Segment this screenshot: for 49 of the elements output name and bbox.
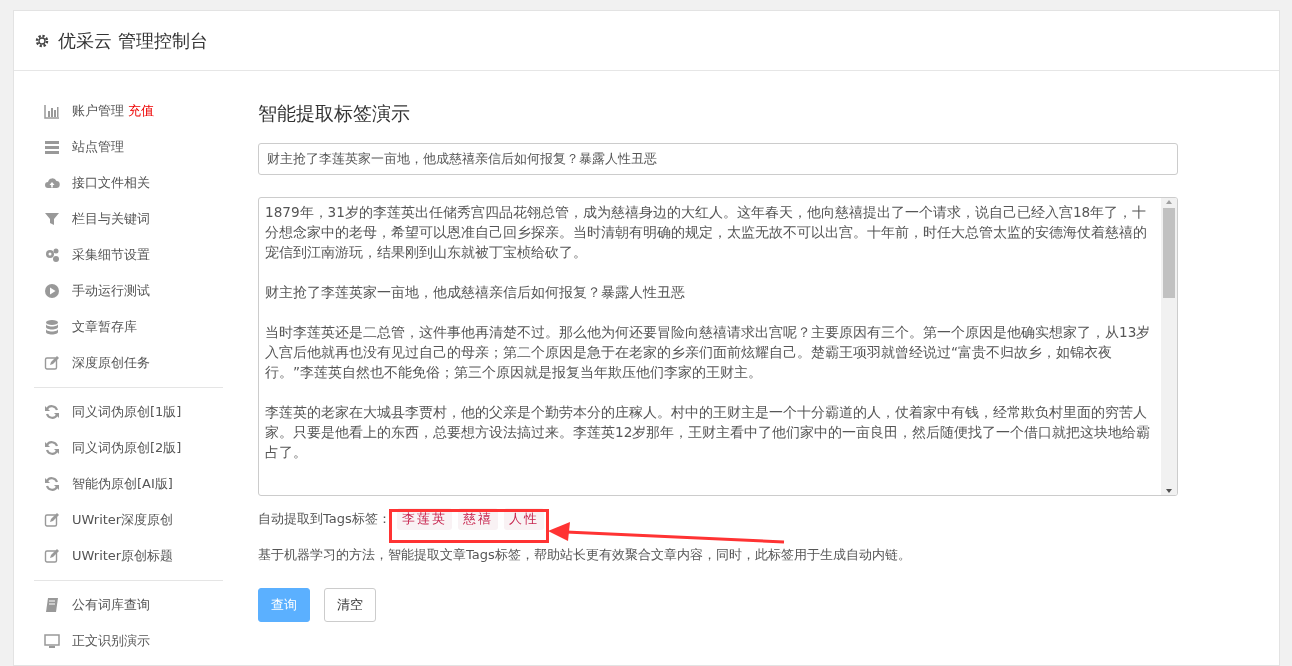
page-title: 优采云 管理控制台 (58, 28, 208, 53)
book-icon (44, 597, 60, 613)
server-icon (44, 139, 60, 155)
sidebar-item[interactable]: 手动运行测试 (72, 282, 150, 300)
clear-button[interactable]: 清空 (324, 588, 376, 622)
title-input-field[interactable]: 财主抢了李莲英家一亩地，他成慈禧亲信后如何报复？暴露人性丑恶 (258, 143, 1178, 175)
sidebar-item[interactable]: 账户管理 (72, 102, 124, 120)
tag: 慈禧 (457, 508, 498, 530)
recharge-link[interactable]: 充值 (128, 102, 154, 120)
edit-icon (44, 355, 60, 371)
sidebar-item[interactable]: 深度原创任务 (72, 354, 150, 372)
sidebar-item[interactable]: 采集细节设置 (72, 246, 150, 264)
section-title: 智能提取标签演示 (258, 101, 411, 126)
article-paragraph: 财主抢了李莲英家一亩地，他成慈禧亲信后如何报复？暴露人性丑恶 (265, 283, 686, 302)
edit-icon (44, 512, 60, 528)
sidebar-item[interactable]: 正文识别演示 (72, 632, 150, 650)
settings-icon (34, 32, 50, 49)
article-text-area[interactable] (258, 197, 1178, 496)
refresh-icon (44, 476, 60, 492)
sidebar-item[interactable]: 同义词伪原创[1版] (72, 403, 182, 421)
sidebar-item[interactable]: 文章暂存库 (72, 318, 137, 336)
sidebar-item[interactable]: 公有词库查询 (72, 596, 150, 614)
database-icon (44, 319, 60, 335)
sidebar-item[interactable]: 站点管理 (72, 138, 124, 156)
description-text: 基于机器学习的方法，智能提取文章Tags标签，帮助站长更有效聚合文章内容，同时，此标签用于生成自动内链。 (258, 546, 912, 564)
monitor-icon (44, 633, 60, 649)
sidebar-item[interactable]: 接口文件相关 (72, 174, 150, 192)
refresh-icon (44, 440, 60, 456)
sidebar-item[interactable]: UWriter原创标题 (72, 547, 174, 565)
article-paragraph: 1879年，31岁的李莲英出任储秀宫四品花翎总管，成为慈禧身边的大红人。这年春天，他向慈禧提出了一个请求，说自己已经入宫18年了，十分想念家中的老母，希望可以恩准自己回乡探亲。当时清朝有明确的规定，太监无故不可以出宫。十年前，时任大总管太监的安德海仗着慈禧的宠信到江南游玩，结果刚到山东就被丁宝桢给砍了。 (265, 203, 1148, 262)
article-paragraph: 李莲英的老家在大城县李贾村，他的父亲是个勤劳本分的庄稼人。村中的王财主是一个十分霸道的人，仗着家中有钱，经常欺负村里面的穷苦人家。只要是他看上的东西，总要想方设法搞过来。李莲英12岁那年，王财主看中了他们家中的一亩良田，然后随便找了一个借口就把这块地给霸占了。 (265, 403, 1152, 462)
sidebar-item[interactable]: UWriter深度原创 (72, 511, 174, 529)
bar-chart-icon (44, 103, 60, 119)
filter-icon (44, 211, 60, 227)
tag: 人性 (503, 508, 544, 530)
scroll-up-icon[interactable] (1165, 198, 1173, 206)
refresh-icon (44, 404, 60, 420)
cloud-upload-icon (44, 175, 60, 191)
tag: 李莲英 (396, 508, 452, 530)
play-icon (44, 283, 60, 299)
scrollbar[interactable] (1161, 198, 1177, 495)
sidebar-item[interactable]: 智能伪原创[AI版] (72, 475, 173, 493)
scroll-thumb[interactable] (1163, 208, 1175, 298)
sidebar-item[interactable]: 同义词伪原创[2版] (72, 439, 182, 457)
tags-label: 自动提取到Tags标签： (258, 510, 391, 528)
edit-icon (44, 548, 60, 564)
article-paragraph: 当时李莲英还是二总管，这件事他再清楚不过。那么他为何还要冒险向慈禧请求出宫呢？主要原因有三个。第一个原因是他确实想家了，从13岁入宫后他就再也没有见过自己的母亲；第二个原因是急于在老家的乡亲们面前炫耀自己。楚霸王项羽就曾经说过“富贵不归故乡，如锦衣夜行。”李莲英自然也不能免俗；第三个原因就是报复当年欺压他们李家的王财主。 (265, 323, 1152, 382)
scroll-down-icon[interactable] (1165, 487, 1173, 495)
sidebar-item[interactable]: 栏目与关键词 (72, 210, 150, 228)
